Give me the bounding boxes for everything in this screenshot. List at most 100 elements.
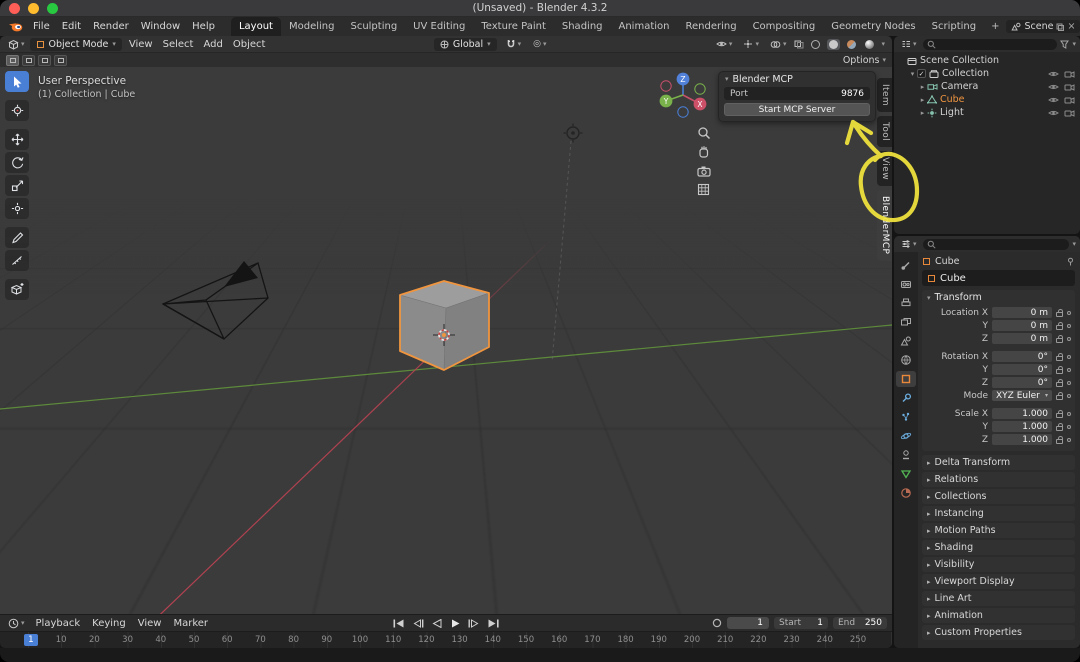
panel-animation[interactable]: ▸Animation (922, 608, 1075, 623)
start-mcp-server-button[interactable]: Start MCP Server (724, 103, 870, 116)
add-cube-tool[interactable] (5, 279, 29, 300)
properties-editor-type-button[interactable]: ▾ (898, 239, 920, 249)
tab-output[interactable] (896, 295, 916, 311)
field-rotation-x[interactable]: 0° (992, 351, 1052, 362)
navigation-gizmo[interactable]: Z X Y (650, 67, 716, 127)
object-types-visibility-button[interactable]: ▾ (713, 40, 736, 48)
tab-particles[interactable] (896, 409, 916, 425)
outliner-row-cube[interactable]: ▸Cube (894, 93, 1080, 106)
animate-decorator[interactable] (1067, 355, 1071, 359)
camera-object[interactable] (163, 261, 268, 339)
proportional-editing-toggle[interactable]: ◎ ▾ (530, 39, 549, 49)
panel-instancing[interactable]: ▸Instancing (922, 506, 1075, 521)
hide-in-viewport-icon[interactable] (1048, 96, 1059, 104)
sidebar-tab-tool[interactable]: Tool (877, 116, 892, 147)
camera-view-icon[interactable] (695, 162, 712, 179)
xray-toggle[interactable] (794, 40, 804, 49)
panel-visibility[interactable]: ▸Visibility (922, 557, 1075, 572)
menu-edit[interactable]: Edit (56, 21, 87, 32)
collection-checkbox[interactable]: ✓ (917, 69, 926, 78)
tab-render[interactable] (896, 276, 916, 292)
scale-tool[interactable] (5, 175, 29, 196)
menu-file[interactable]: File (27, 21, 56, 32)
lock-icon[interactable] (1056, 312, 1063, 317)
disclosure-icon[interactable]: ▸ (918, 109, 927, 117)
lock-icon[interactable] (1056, 356, 1063, 361)
blender-logo-icon[interactable] (8, 21, 23, 32)
lock-icon[interactable] (1056, 439, 1063, 444)
outliner-row-scene-collection[interactable]: Scene Collection (894, 54, 1080, 67)
animate-decorator[interactable] (1067, 311, 1071, 315)
workspace-tab-compositing[interactable]: Compositing (745, 17, 824, 36)
viewport-menu-add[interactable]: Add (198, 39, 227, 50)
add-workspace-button[interactable]: + (984, 17, 1006, 36)
shading-options-caret[interactable]: ▾ (881, 40, 885, 48)
tab-object[interactable] (896, 371, 916, 387)
measure-tool[interactable] (5, 250, 29, 271)
animate-decorator[interactable] (1067, 412, 1071, 416)
disable-in-renders-icon[interactable] (1064, 83, 1075, 91)
rotate-tool[interactable] (5, 152, 29, 173)
field-y[interactable]: 1.000 (992, 421, 1052, 432)
sidebar-tab-blendermcp[interactable]: BlenderMCP (877, 190, 892, 260)
field-scale-x[interactable]: 1.000 (992, 408, 1052, 419)
annotate-tool[interactable] (5, 227, 29, 248)
tab-modifiers[interactable] (896, 390, 916, 406)
outliner-options-caret[interactable]: ▾ (1072, 40, 1076, 48)
animate-decorator[interactable] (1067, 394, 1071, 398)
lock-icon[interactable] (1056, 369, 1063, 374)
timeline-editor-type-button[interactable]: ▾ (5, 618, 28, 629)
panel-line-art[interactable]: ▸Line Art (922, 591, 1075, 606)
overlays-button[interactable]: ▾ (767, 40, 790, 49)
field-z[interactable]: 1.000 (992, 434, 1052, 445)
disable-in-renders-icon[interactable] (1064, 96, 1075, 104)
next-keyframe-button[interactable] (467, 617, 483, 630)
select-mode-intersect-button[interactable] (54, 55, 67, 66)
workspace-tab-animation[interactable]: Animation (611, 17, 678, 36)
disclosure-icon[interactable]: ▸ (918, 83, 927, 91)
workspace-tab-shading[interactable]: Shading (554, 17, 611, 36)
disclosure-icon[interactable]: ▸ (918, 96, 927, 104)
outliner-row-camera[interactable]: ▸Camera (894, 80, 1080, 93)
panel-motion-paths[interactable]: ▸Motion Paths (922, 523, 1075, 538)
animate-decorator[interactable] (1067, 337, 1071, 341)
panel-custom-properties[interactable]: ▸Custom Properties (922, 625, 1075, 640)
new-scene-icon[interactable] (1056, 23, 1064, 31)
workspace-tab-modeling[interactable]: Modeling (281, 17, 343, 36)
tab-view-layer[interactable] (896, 314, 916, 330)
select-mode-extend-button[interactable] (22, 55, 35, 66)
hide-in-viewport-icon[interactable] (1048, 70, 1059, 78)
timeline-ruler[interactable]: 1020304050607080901001101201301401501601… (0, 631, 892, 648)
lock-icon[interactable] (1056, 395, 1063, 400)
animate-decorator[interactable] (1067, 381, 1071, 385)
tab-tool[interactable] (896, 257, 916, 273)
filter-icon[interactable] (1060, 40, 1069, 49)
hide-in-viewport-icon[interactable] (1048, 83, 1059, 91)
viewport-3d[interactable]: Z X Y (0, 67, 892, 614)
scene-selector[interactable]: Scene × (1006, 20, 1080, 33)
sidebar-tab-item[interactable]: Item (877, 78, 892, 112)
lock-icon[interactable] (1056, 325, 1063, 330)
lock-icon[interactable] (1056, 413, 1063, 418)
menu-window[interactable]: Window (135, 21, 186, 32)
outliner-editor-type-button[interactable]: ▾ (898, 39, 920, 49)
sidebar-tab-view[interactable]: View (877, 151, 892, 186)
tab-object-data[interactable] (896, 466, 916, 482)
outliner-row-light[interactable]: ▸Light (894, 106, 1080, 119)
panel-shading[interactable]: ▸Shading (922, 540, 1075, 555)
animate-decorator[interactable] (1067, 324, 1071, 328)
mcp-panel-header[interactable]: ▾ Blender MCP (719, 72, 875, 86)
tab-world[interactable] (896, 352, 916, 368)
shading-wireframe-button[interactable] (809, 39, 822, 50)
play-reverse-button[interactable] (429, 617, 445, 630)
workspace-tab-uv-editing[interactable]: UV Editing (405, 17, 473, 36)
play-button[interactable] (448, 617, 464, 630)
field-y[interactable]: 0 m (992, 320, 1052, 331)
auto-keying-toggle[interactable] (712, 618, 722, 628)
disable-in-renders-icon[interactable] (1064, 109, 1075, 117)
workspace-tab-layout[interactable]: Layout (231, 17, 281, 36)
field-mode[interactable]: XYZ Euler▾ (992, 390, 1052, 401)
timeline-menu-playback[interactable]: Playback (30, 618, 87, 629)
perspective-toggle-icon[interactable] (695, 181, 712, 198)
panel-viewport-display[interactable]: ▸Viewport Display (922, 574, 1075, 589)
